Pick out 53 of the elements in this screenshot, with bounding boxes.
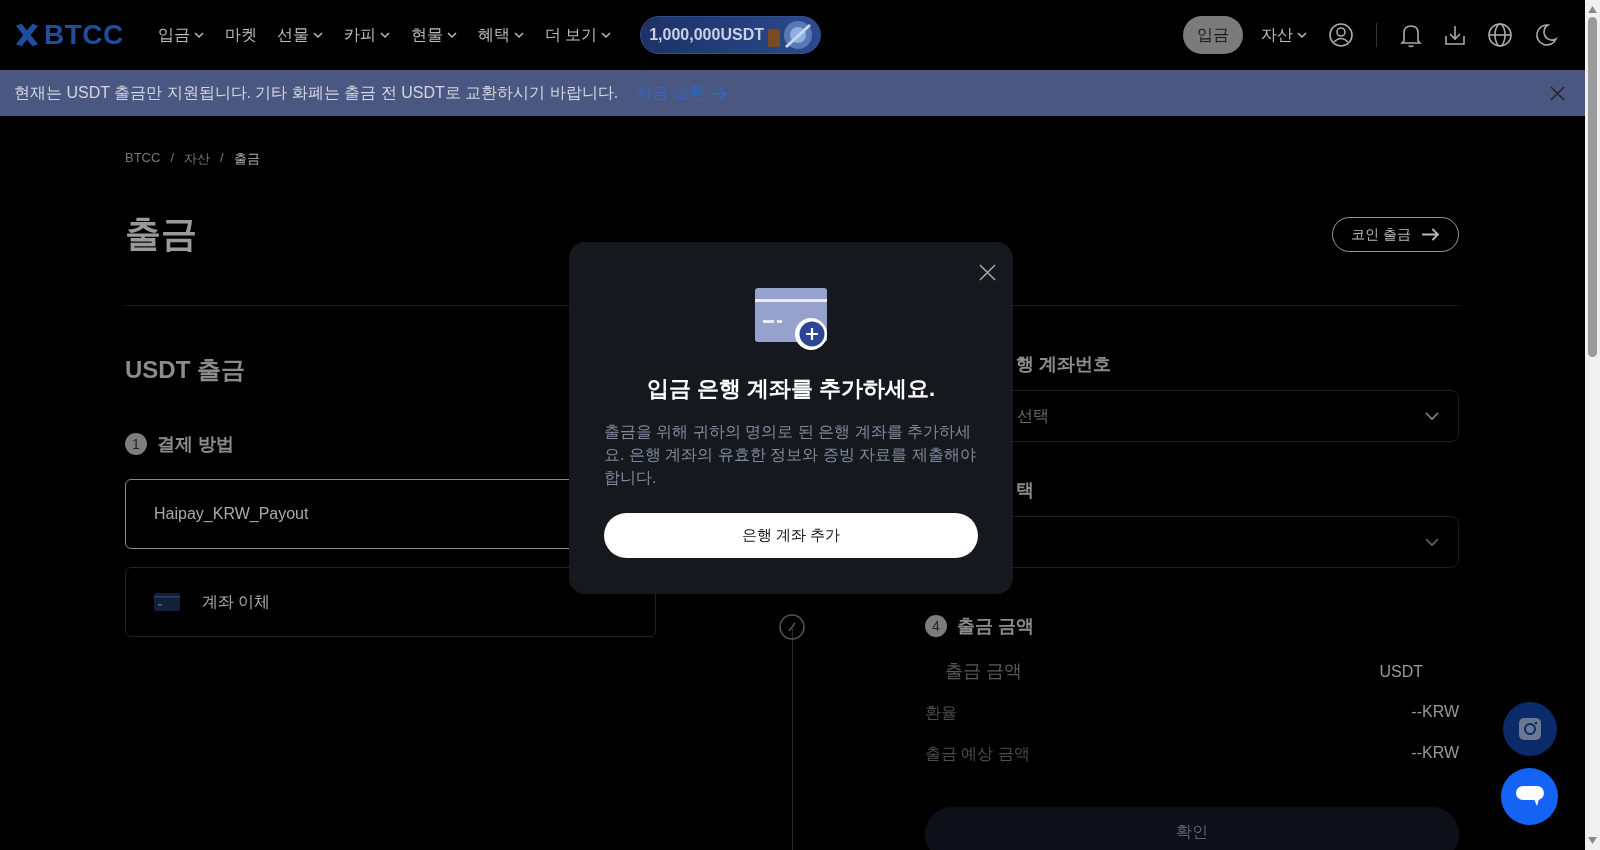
- moon-icon[interactable]: [1533, 22, 1559, 48]
- breadcrumb-separator: /: [170, 150, 174, 167]
- step-number-badge: 4: [925, 615, 947, 637]
- promo-banner-button[interactable]: 1,000,000USDT: [640, 16, 821, 54]
- camera-icon: [1518, 717, 1542, 741]
- section-title: USDT 출금: [125, 355, 246, 385]
- chevron-down-icon: [1296, 29, 1308, 41]
- amount-input-field[interactable]: 출금 금액: [943, 660, 1147, 683]
- notice-text: 현재는 USDT 출금만 지원됩니다. 기타 화폐는 출금 전 USDT로 교환하시기 바랍니다.: [14, 82, 619, 103]
- nav-menu-item[interactable]: 혜택: [477, 24, 525, 46]
- summary-value: --KRW: [1411, 744, 1459, 763]
- step-number-badge: 1: [125, 433, 147, 455]
- breadcrumb-current: 출금: [233, 150, 260, 168]
- user-profile-icon[interactable]: [1328, 22, 1354, 48]
- globe-icon[interactable]: [1487, 22, 1513, 48]
- logo-text: BTCC: [44, 19, 124, 51]
- field-label: 행 계좌번호: [1016, 353, 1112, 376]
- arrow-right-icon: [1421, 228, 1440, 241]
- scroll-down-icon[interactable]: [1588, 837, 1597, 844]
- nav-menu-item[interactable]: 선물: [276, 24, 324, 46]
- scrollbar-thumb[interactable]: [1588, 17, 1597, 357]
- assets-menu[interactable]: 자산: [1261, 24, 1308, 46]
- close-icon[interactable]: [979, 264, 996, 281]
- nav-menu-item[interactable]: 현물: [410, 24, 458, 46]
- scrollbar[interactable]: [1585, 0, 1600, 850]
- nav-menu-item[interactable]: 마켓: [224, 24, 257, 46]
- step-marker-icon: [779, 614, 805, 640]
- bank-card-icon: [154, 593, 180, 611]
- step-title: 결제 방법: [157, 433, 234, 456]
- chat-bubble-icon: [1515, 785, 1544, 808]
- nav-menu-item[interactable]: 카피: [343, 24, 391, 46]
- field-label: 택: [1016, 479, 1035, 502]
- summary-value: --KRW: [1411, 703, 1459, 722]
- step-title: 출금 금액: [957, 615, 1034, 638]
- breadcrumb-link[interactable]: BTCC: [125, 150, 161, 168]
- summary-label: 출금 예상 금액: [925, 744, 1030, 764]
- scroll-up-icon[interactable]: [1588, 6, 1597, 13]
- currency-unit: USDT: [1379, 662, 1423, 681]
- deposit-button[interactable]: 입금: [1183, 16, 1243, 54]
- breadcrumb-link[interactable]: 자산: [184, 150, 210, 168]
- breadcrumb-separator: /: [220, 150, 224, 167]
- notification-bell-icon[interactable]: [1399, 22, 1423, 48]
- x-logo-icon: [14, 22, 40, 48]
- summary-label: 환율: [925, 703, 957, 723]
- camera-float-button[interactable]: [1503, 702, 1557, 756]
- arrow-right-icon: [710, 86, 728, 100]
- nav-menu-item[interactable]: 입금: [157, 24, 205, 46]
- chat-float-button[interactable]: [1501, 768, 1558, 825]
- card-add-icon: [755, 286, 827, 350]
- download-icon[interactable]: [1443, 23, 1467, 47]
- nav-menu-item[interactable]: 더 보기: [544, 24, 613, 46]
- add-bank-account-button[interactable]: 은행 계좌 추가: [604, 513, 978, 558]
- page-title: 출금: [125, 212, 197, 256]
